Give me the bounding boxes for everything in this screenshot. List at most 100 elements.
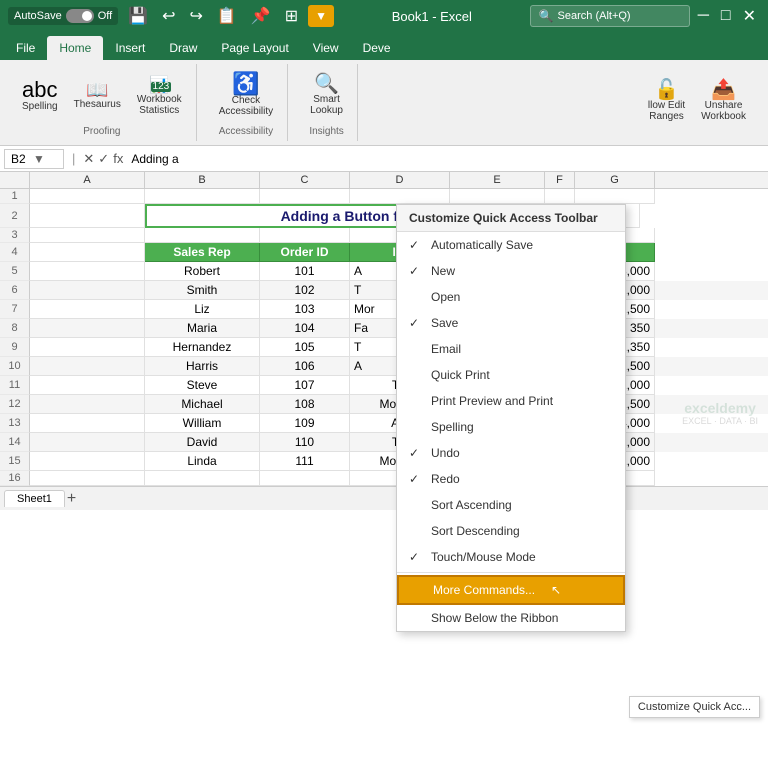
dropdown-item-sort-desc[interactable]: Sort Descending — [397, 518, 625, 544]
cell-a1[interactable] — [30, 189, 145, 204]
accessibility-items: ♿ CheckAccessibility — [213, 64, 279, 126]
col-header-g: G — [575, 172, 655, 188]
thesaurus-icon: 📖 — [86, 81, 108, 99]
quick-access-dropdown-button[interactable]: ▼ — [308, 5, 334, 27]
cell-e1[interactable] — [450, 189, 545, 204]
cell-reference-box[interactable]: B2 ▼ — [4, 149, 64, 169]
dropdown-item-new[interactable]: ✓ New — [397, 258, 625, 284]
table-row: 12 Michael 108 Monitor Ohio $ 1,500 — [0, 395, 768, 414]
tab-view[interactable]: View — [301, 36, 351, 60]
spelling-button[interactable]: abc Spelling — [16, 76, 64, 115]
dropdown-item-show-below[interactable]: Show Below the Ribbon — [397, 605, 625, 631]
workbook-title: Book1 - Excel — [392, 9, 472, 24]
table-row: 7 Liz 103 Mor $ 1,500 — [0, 300, 768, 319]
cancel-formula-icon[interactable]: ✕ — [83, 151, 94, 167]
row-num-8: 8 — [0, 319, 30, 338]
cell-f1[interactable] — [545, 189, 575, 204]
cell-ref-dropdown[interactable]: ▼ — [33, 152, 45, 166]
sheet-tab-label: Sheet1 — [17, 493, 52, 505]
dropdown-item-auto-save[interactable]: ✓ Automatically Save — [397, 232, 625, 258]
row-num-6: 6 — [0, 281, 30, 300]
table-row: 1 — [0, 189, 768, 204]
cell-a3[interactable] — [30, 228, 145, 243]
col-header-e: E — [450, 172, 545, 188]
show-below-label: Show Below the Ribbon — [431, 611, 558, 625]
search-icon: 🔍 — [539, 9, 554, 23]
minimize-button[interactable]: ─ — [694, 5, 713, 27]
tab-insert[interactable]: Insert — [103, 36, 157, 60]
maximize-button[interactable]: □ — [717, 5, 735, 27]
quick-print-label: Quick Print — [431, 368, 490, 382]
redo-button[interactable]: ↪ — [186, 4, 207, 28]
cell-a4[interactable] — [30, 243, 145, 262]
cell-c4[interactable]: Order ID — [260, 243, 350, 262]
title-bar: AutoSave Off 💾 ↩ ↪ 📋 📌 ⊞ ▼ Book1 - Excel… — [0, 0, 768, 32]
tab-developer[interactable]: Deve — [351, 36, 403, 60]
dropdown-item-quick-print[interactable]: Quick Print — [397, 362, 625, 388]
quick-access-dropdown-panel: Customize Quick Access Toolbar ✓ Automat… — [396, 204, 626, 632]
cell-b1[interactable] — [145, 189, 260, 204]
title-bar-left: AutoSave Off 💾 ↩ ↪ 📋 📌 ⊞ ▼ — [8, 4, 334, 28]
row-num-3: 3 — [0, 228, 30, 243]
workbook-stats-icon: 📊123 — [149, 75, 169, 94]
dropdown-item-more-commands[interactable]: More Commands... ↖ — [397, 575, 625, 605]
sheet-tab-1[interactable]: Sheet1 — [4, 490, 65, 507]
dropdown-item-print-preview[interactable]: Print Preview and Print — [397, 388, 625, 414]
workbook-statistics-button[interactable]: 📊123 WorkbookStatistics — [131, 72, 188, 119]
add-sheet-button[interactable]: + — [67, 490, 76, 508]
cell-g1[interactable] — [575, 189, 655, 204]
print-preview-label: Print Preview and Print — [431, 394, 553, 408]
check-accessibility-label: CheckAccessibility — [219, 95, 273, 117]
table-row: 2 Adding a Button from — [0, 204, 768, 228]
tab-home[interactable]: Home — [47, 36, 103, 60]
tab-page-layout[interactable]: Page Layout — [209, 36, 300, 60]
apps-button[interactable]: ⊞ — [281, 4, 302, 28]
save-button[interactable]: 💾 — [124, 4, 152, 28]
checkmark-auto-save: ✓ — [409, 238, 423, 252]
smart-lookup-button[interactable]: 🔍 SmartLookup — [304, 71, 349, 119]
tab-file[interactable]: File — [4, 36, 47, 60]
table-row: 13 William 109 AC Nevada $ 4,000 — [0, 414, 768, 433]
cell-b4[interactable]: Sales Rep — [145, 243, 260, 262]
close-button[interactable]: ✕ — [739, 4, 760, 28]
dropdown-item-touch-mode[interactable]: ✓ Touch/Mouse Mode — [397, 544, 625, 570]
edit-ranges-label: llow EditRanges — [648, 100, 685, 122]
checkmark-touch-mode: ✓ — [409, 550, 423, 564]
check-accessibility-button[interactable]: ♿ CheckAccessibility — [213, 70, 279, 120]
dropdown-item-redo[interactable]: ✓ Redo — [397, 466, 625, 492]
cell-c3[interactable] — [260, 228, 350, 243]
dropdown-item-open[interactable]: Open — [397, 284, 625, 310]
formula-input[interactable] — [127, 150, 764, 168]
new-label: New — [431, 264, 455, 278]
autosave-toggle[interactable]: AutoSave Off — [8, 7, 118, 25]
cell-a2[interactable] — [30, 204, 145, 228]
allow-edit-ranges-button[interactable]: 🔓 llow EditRanges — [642, 77, 691, 125]
table-row: 16 — [0, 471, 768, 486]
search-box[interactable]: 🔍 Search (Alt+Q) — [530, 5, 690, 27]
dropdown-item-undo[interactable]: ✓ Undo — [397, 440, 625, 466]
unshare-workbook-button[interactable]: 📤 UnshareWorkbook — [695, 77, 752, 125]
copy-button[interactable]: 📋 — [213, 4, 241, 28]
undo-button[interactable]: ↩ — [158, 4, 179, 28]
confirm-formula-icon[interactable]: ✓ — [98, 151, 109, 167]
cell-d1[interactable] — [350, 189, 450, 204]
autosave-pill[interactable] — [66, 9, 94, 23]
dropdown-item-email[interactable]: Email — [397, 336, 625, 362]
dropdown-item-save[interactable]: ✓ Save — [397, 310, 625, 336]
table-row: 8 Maria 104 Fa $ 350 — [0, 319, 768, 338]
tab-draw[interactable]: Draw — [157, 36, 209, 60]
table-row: 11 Steve 107 TV Utah $ 1,000 — [0, 376, 768, 395]
proofing-items: abc Spelling 📖 Thesaurus 📊123 WorkbookSt… — [16, 64, 188, 126]
sort-desc-label: Sort Descending — [431, 524, 520, 538]
insights-items: 🔍 SmartLookup — [304, 64, 349, 126]
thesaurus-button[interactable]: 📖 Thesaurus — [68, 78, 127, 113]
paste-button[interactable]: 📌 — [247, 4, 275, 28]
row-num-13: 13 — [0, 414, 30, 433]
row-num-10: 10 — [0, 357, 30, 376]
dropdown-item-sort-asc[interactable]: Sort Ascending — [397, 492, 625, 518]
insert-function-icon[interactable]: fx — [113, 151, 123, 166]
auto-save-label: Automatically Save — [431, 238, 533, 252]
cell-c1[interactable] — [260, 189, 350, 204]
cell-b3[interactable] — [145, 228, 260, 243]
dropdown-item-spelling[interactable]: Spelling — [397, 414, 625, 440]
